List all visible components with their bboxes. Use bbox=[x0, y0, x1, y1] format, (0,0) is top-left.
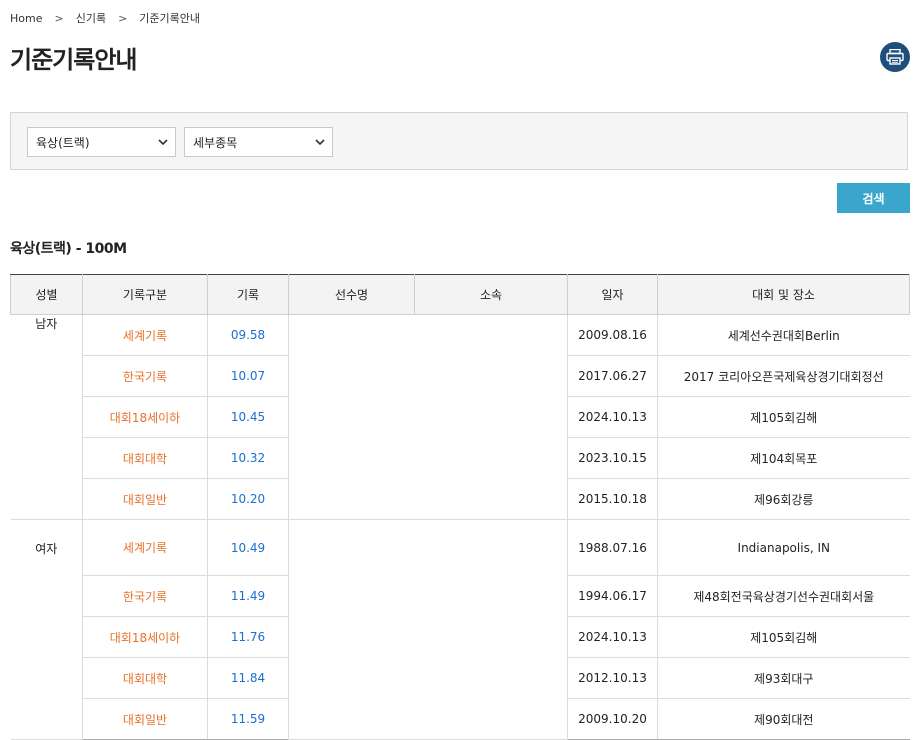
breadcrumb-home[interactable]: Home bbox=[10, 12, 42, 25]
date-cell: 2024.10.13 bbox=[567, 616, 658, 658]
chevron-down-icon bbox=[315, 139, 325, 146]
venue-cell: 제93회대구 bbox=[657, 657, 910, 699]
date-cell: 2009.08.16 bbox=[567, 314, 658, 356]
section-title: 육상(트랙) - 100M bbox=[10, 241, 127, 257]
venue-cell: Indianapolis, IN bbox=[657, 519, 910, 576]
event-select-value: 세부종목 bbox=[193, 135, 238, 150]
header-venue: 대회 및 장소 bbox=[657, 274, 910, 315]
category-cell: 대회18세이하 bbox=[82, 396, 208, 438]
venue-cell: 제105회김해 bbox=[657, 616, 910, 658]
breadcrumb-separator: > bbox=[54, 11, 64, 25]
records-table: 성별 기록구분 기록 선수명 소속 일자 대회 및 장소 남자 세계기록 09.… bbox=[10, 274, 910, 740]
header-affiliation: 소속 bbox=[414, 274, 568, 315]
date-cell: 2015.10.18 bbox=[567, 478, 658, 520]
search-button[interactable]: 검색 bbox=[837, 183, 910, 213]
header-date: 일자 bbox=[567, 274, 658, 315]
date-cell: 2023.10.15 bbox=[567, 437, 658, 479]
date-cell: 2012.10.13 bbox=[567, 657, 658, 699]
print-button[interactable] bbox=[880, 42, 910, 72]
header-gender: 성별 bbox=[10, 274, 83, 315]
category-cell: 한국기록 bbox=[82, 355, 208, 397]
table-header-row: 성별 기록구분 기록 선수명 소속 일자 대회 및 장소 bbox=[10, 274, 910, 315]
breadcrumb-separator: > bbox=[118, 11, 128, 25]
breadcrumb-new-records[interactable]: 신기록 bbox=[76, 10, 106, 26]
category-cell: 대회일반 bbox=[82, 698, 208, 740]
table-row: 남자 세계기록 09.58 2009.08.16 세계선수권대회Berlin bbox=[10, 314, 910, 520]
record-cell: 11.59 bbox=[207, 698, 289, 740]
record-cell: 11.76 bbox=[207, 616, 289, 658]
record-cell: 10.49 bbox=[207, 519, 289, 576]
record-cell: 10.07 bbox=[207, 355, 289, 397]
breadcrumb: Home > 신기록 > 기준기록안내 bbox=[10, 10, 200, 26]
record-cell: 10.45 bbox=[207, 396, 289, 438]
date-cell: 1988.07.16 bbox=[567, 519, 658, 576]
header-record: 기록 bbox=[207, 274, 289, 315]
breadcrumb-current: 기준기록안내 bbox=[139, 12, 201, 25]
record-cell: 10.32 bbox=[207, 437, 289, 479]
redacted-area bbox=[288, 519, 568, 740]
venue-cell: 세계선수권대회Berlin bbox=[657, 314, 910, 356]
category-cell: 대회18세이하 bbox=[82, 616, 208, 658]
category-cell: 대회대학 bbox=[82, 437, 208, 479]
category-select[interactable]: 육상(트랙) bbox=[27, 127, 176, 157]
venue-cell: 제48회전국육상경기선수권대회서울 bbox=[657, 575, 910, 617]
date-cell: 2017.06.27 bbox=[567, 355, 658, 397]
venue-cell: 제90회대전 bbox=[657, 698, 910, 740]
table-row: 여자 세계기록 10.49 1988.07.16 Indianapolis, I… bbox=[10, 519, 910, 740]
chevron-down-icon bbox=[158, 139, 168, 146]
category-cell: 세계기록 bbox=[82, 314, 208, 356]
redacted-area bbox=[288, 314, 568, 520]
date-cell: 1994.06.17 bbox=[567, 575, 658, 617]
venue-cell: 제104회목포 bbox=[657, 437, 910, 479]
date-cell: 2009.10.20 bbox=[567, 698, 658, 740]
event-select[interactable]: 세부종목 bbox=[184, 127, 333, 157]
venue-cell: 제105회김해 bbox=[657, 396, 910, 438]
header-athlete: 선수명 bbox=[288, 274, 415, 315]
record-cell: 09.58 bbox=[207, 314, 289, 356]
gender-cell: 남자 bbox=[10, 314, 83, 520]
category-cell: 세계기록 bbox=[82, 519, 208, 576]
record-cell: 11.84 bbox=[207, 657, 289, 699]
venue-cell: 제96회강릉 bbox=[657, 478, 910, 520]
page-title: 기준기록안내 bbox=[10, 46, 137, 74]
category-select-value: 육상(트랙) bbox=[36, 135, 90, 150]
printer-icon bbox=[886, 49, 904, 65]
category-cell: 대회일반 bbox=[82, 478, 208, 520]
venue-cell: 2017 코리아오픈국제육상경기대회정선 bbox=[657, 355, 910, 397]
gender-cell: 여자 bbox=[10, 519, 83, 740]
category-cell: 대회대학 bbox=[82, 657, 208, 699]
record-cell: 10.20 bbox=[207, 478, 289, 520]
filter-panel: 육상(트랙) 세부종목 bbox=[10, 112, 908, 170]
date-cell: 2024.10.13 bbox=[567, 396, 658, 438]
category-cell: 한국기록 bbox=[82, 575, 208, 617]
header-category: 기록구분 bbox=[82, 274, 208, 315]
record-cell: 11.49 bbox=[207, 575, 289, 617]
